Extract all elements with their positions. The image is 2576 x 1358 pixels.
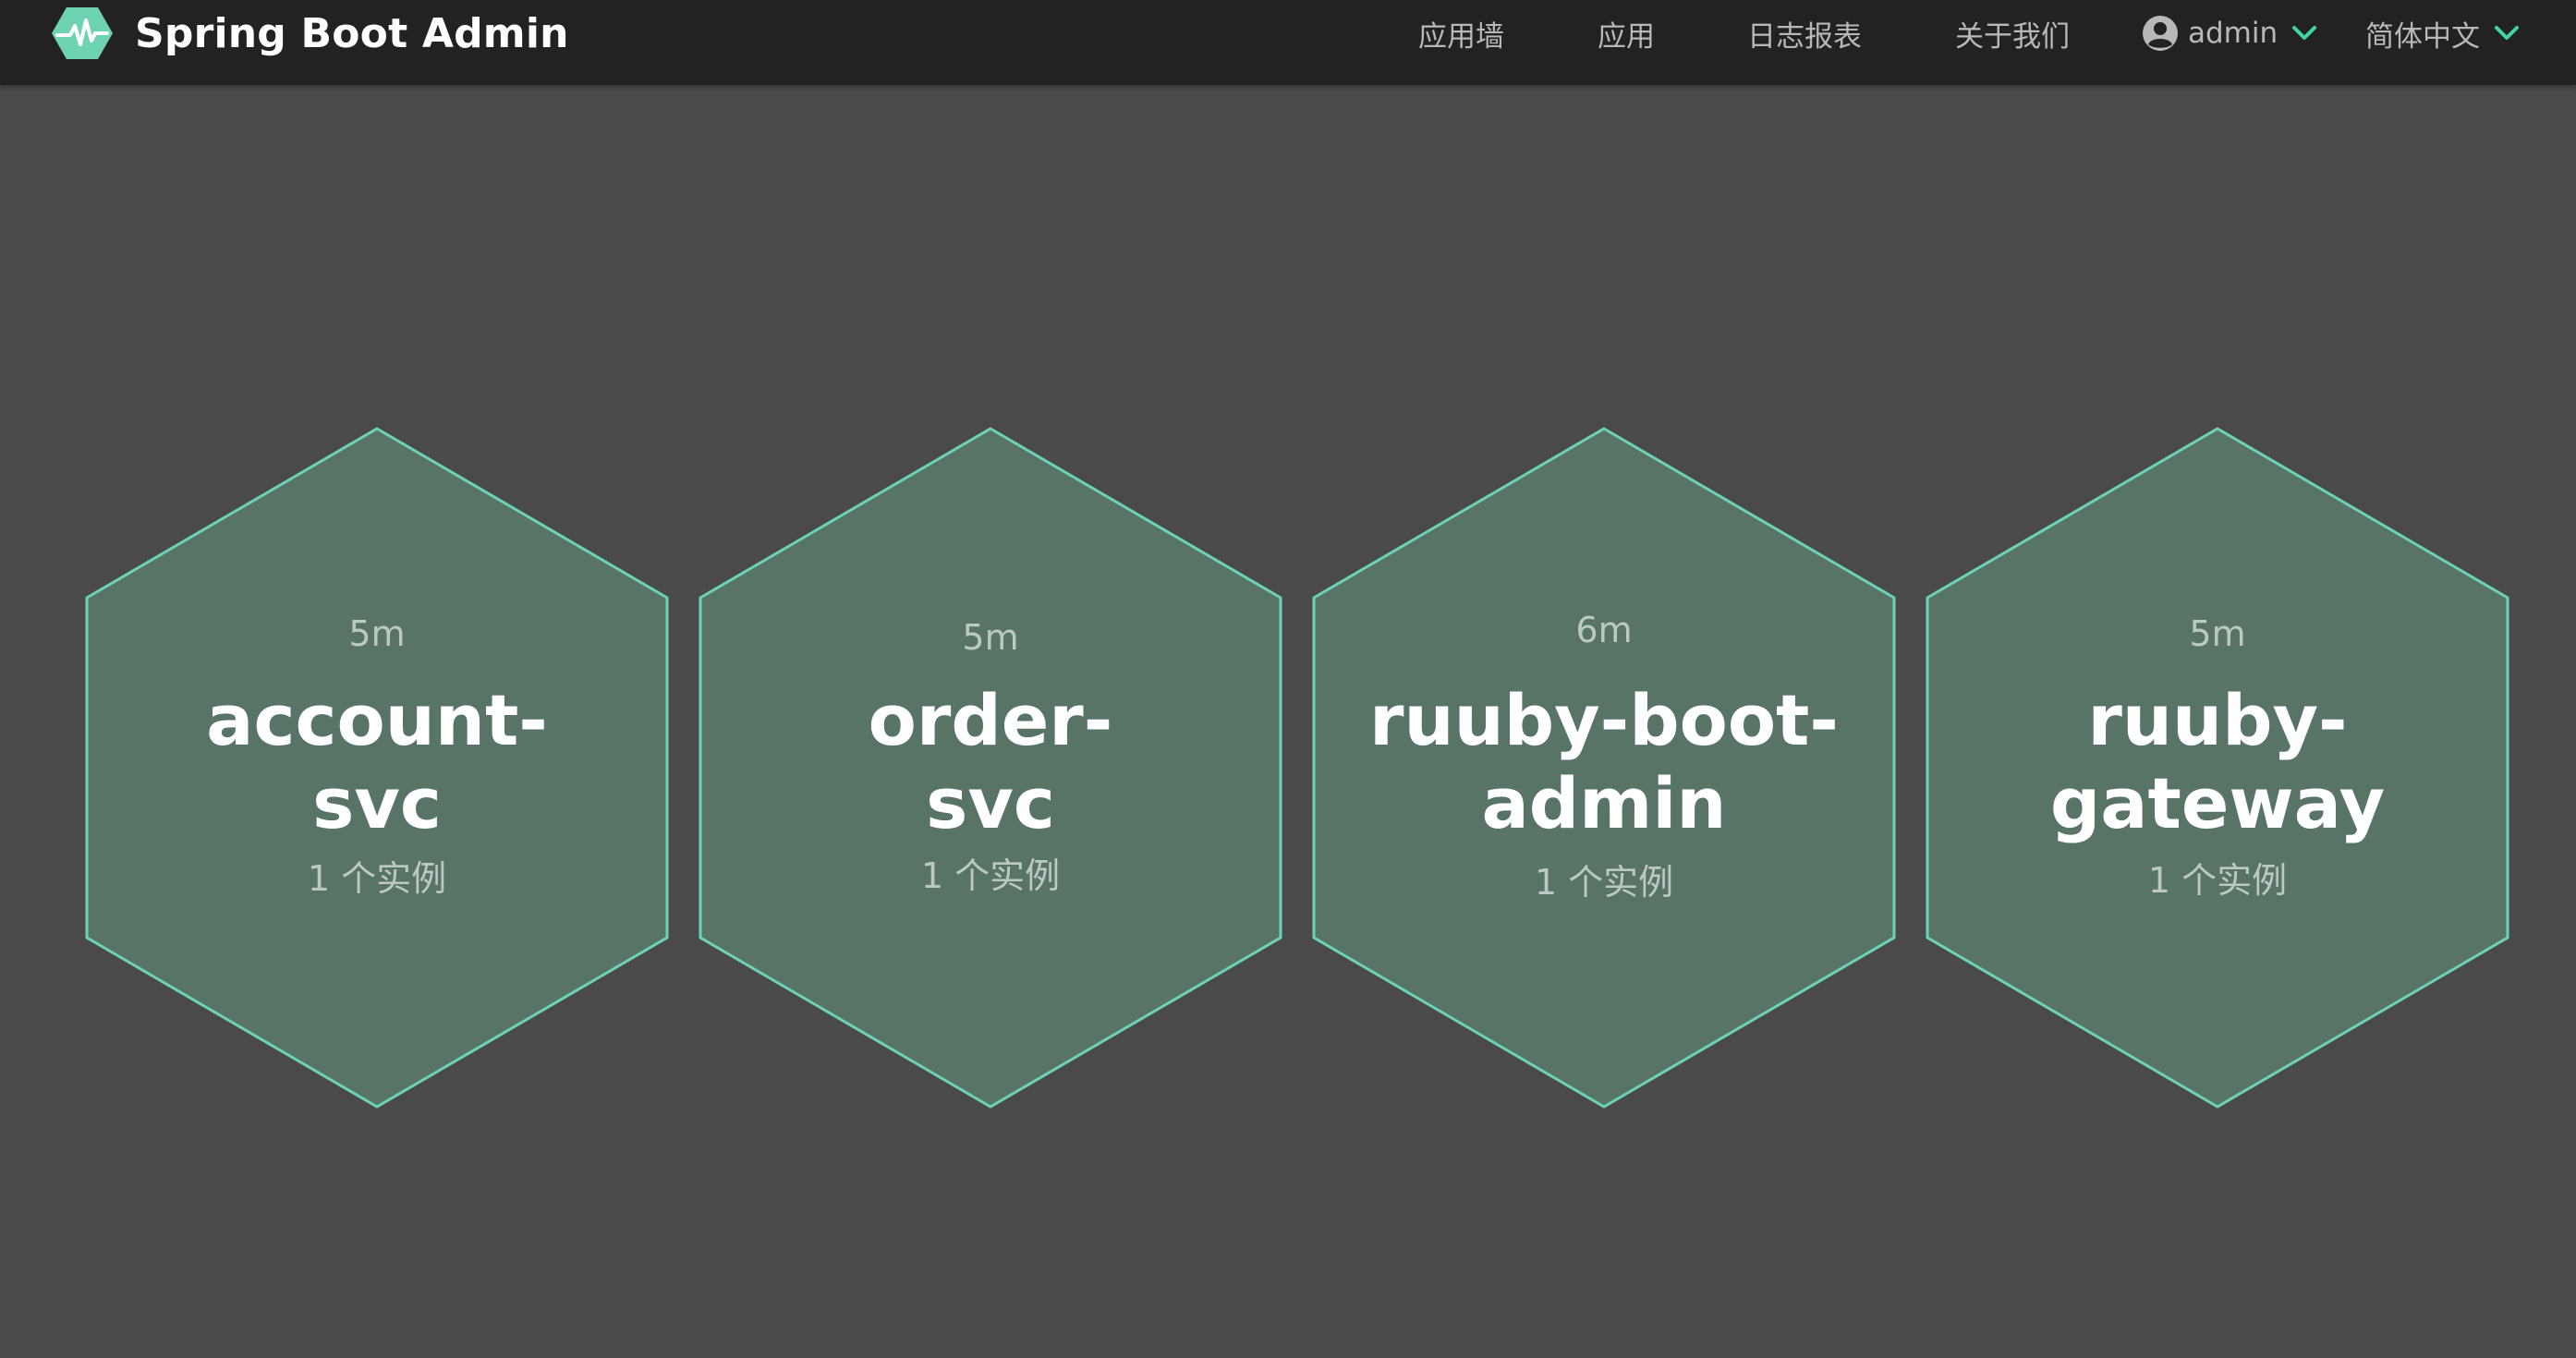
hexagon-content: 6m ruuby-boot- admin 1 个实例 bbox=[1364, 427, 1844, 1110]
application-hexagon[interactable]: 5m order- svc 1 个实例 bbox=[695, 427, 1286, 1110]
user-circle-icon bbox=[2143, 16, 2178, 51]
nav-item-label: 日志报表 bbox=[1747, 19, 1862, 54]
application-name: order- svc bbox=[750, 679, 1231, 845]
application-uptime: 6m bbox=[1575, 610, 1633, 650]
application-name-line: account- bbox=[206, 679, 548, 761]
application-instance-count: 1 个实例 bbox=[307, 858, 447, 899]
application-uptime: 5m bbox=[962, 617, 1019, 658]
hexagon-content: 5m ruuby- gateway 1 个实例 bbox=[1977, 427, 2458, 1110]
application-name-line: gateway bbox=[2049, 762, 2386, 844]
application-name-line: admin bbox=[1481, 762, 1727, 844]
application-uptime: 5m bbox=[348, 613, 406, 654]
user-name: admin bbox=[2188, 17, 2278, 50]
application-name: account- svc bbox=[137, 679, 617, 845]
heartbeat-hexagon-icon bbox=[52, 7, 113, 59]
language-label: 简体中文 bbox=[2365, 19, 2480, 54]
application-instance-count: 1 个实例 bbox=[2147, 860, 2288, 901]
application-hexagon[interactable]: 6m ruuby-boot- admin 1 个实例 bbox=[1308, 427, 1900, 1110]
chevron-down-icon bbox=[2292, 26, 2317, 40]
hexagon-content: 5m order- svc 1 个实例 bbox=[750, 427, 1231, 1110]
nav-item-label: 关于我们 bbox=[1955, 19, 2070, 54]
application-name-line: order- bbox=[868, 679, 1113, 761]
application-name-line: ruuby-boot- bbox=[1369, 679, 1839, 761]
brand-link[interactable]: Spring Boot Admin bbox=[52, 0, 569, 67]
nav-item-applications[interactable]: 应用 bbox=[1598, 0, 1655, 67]
application-hexagon[interactable]: 5m account- svc 1 个实例 bbox=[81, 427, 673, 1110]
application-name-line: svc bbox=[926, 762, 1055, 844]
application-wall: 5m account- svc 1 个实例 5m order- svc 1 个实… bbox=[0, 85, 2576, 1358]
application-name: ruuby- gateway bbox=[1977, 679, 2458, 845]
nav-item-about[interactable]: 关于我们 bbox=[1955, 0, 2070, 67]
nav-item-label: 应用 bbox=[1598, 19, 1655, 54]
application-instance-count: 1 个实例 bbox=[1534, 862, 1674, 903]
application-name-line: svc bbox=[312, 762, 442, 844]
application-instance-count: 1 个实例 bbox=[920, 855, 1061, 896]
nav-item-label: 应用墙 bbox=[1418, 19, 1504, 54]
nav-item-wallboard[interactable]: 应用墙 bbox=[1418, 0, 1504, 67]
application-uptime: 5m bbox=[2189, 613, 2246, 654]
application-name: ruuby-boot- admin bbox=[1364, 679, 1844, 845]
top-navbar: Spring Boot Admin 应用墙 应用 日志报表 关于我们 admin… bbox=[0, 0, 2576, 85]
user-menu-dropdown[interactable]: admin bbox=[2142, 0, 2318, 67]
language-dropdown[interactable]: 简体中文 bbox=[2365, 0, 2521, 67]
chevron-down-icon bbox=[2495, 26, 2519, 40]
application-name-line: ruuby- bbox=[2087, 679, 2348, 761]
hexagon-content: 5m account- svc 1 个实例 bbox=[137, 427, 617, 1110]
nav-item-log-report[interactable]: 日志报表 bbox=[1747, 0, 1862, 67]
application-hexagon[interactable]: 5m ruuby- gateway 1 个实例 bbox=[1922, 427, 2513, 1110]
brand-title: Spring Boot Admin bbox=[135, 9, 569, 57]
